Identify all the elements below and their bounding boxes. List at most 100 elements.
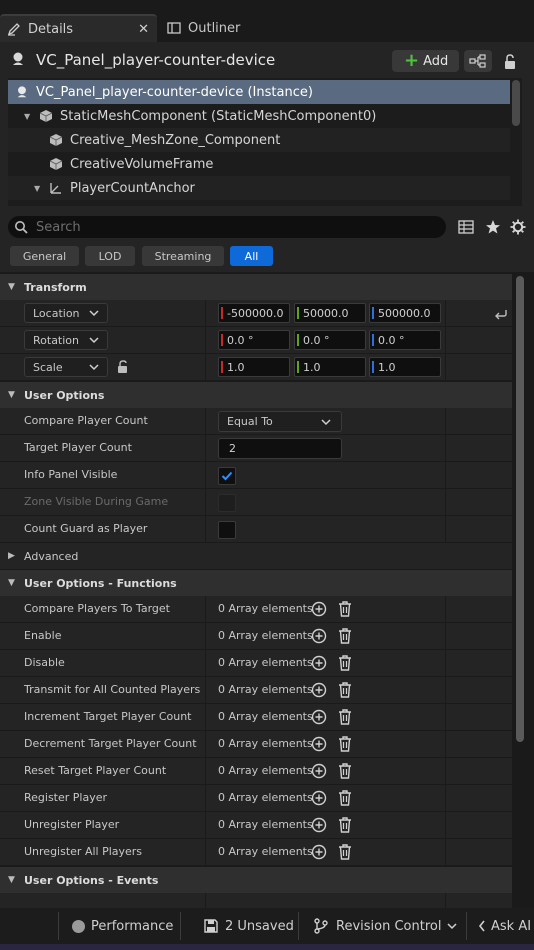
trash-icon[interactable] [337, 843, 353, 861]
trash-icon[interactable] [337, 762, 353, 780]
top-strip [0, 0, 534, 12]
add-element-icon[interactable] [311, 817, 327, 833]
row-function: Decrement Target Player Count 0 Array ele… [0, 731, 512, 758]
unsaved-button[interactable]: 2 Unsaved [204, 908, 294, 944]
blueprint-button[interactable] [464, 50, 492, 72]
tree-item-anchor[interactable]: ▼ PlayerCountAnchor [8, 176, 510, 200]
category-title: User Options [24, 388, 105, 402]
row-function: Compare Players To Target 0 Array element… [0, 596, 512, 623]
location-y-value: 50000.0 [303, 306, 349, 320]
gear-icon[interactable] [509, 218, 527, 236]
location-dropdown[interactable]: Location [24, 303, 108, 323]
scale-x-field[interactable]: 1.0 [218, 357, 290, 377]
location-y-field[interactable]: 50000.0 [294, 303, 366, 323]
compare-player-count-dropdown[interactable]: Equal To [218, 411, 342, 432]
add-element-icon[interactable] [311, 709, 327, 725]
count-guard-checkbox[interactable] [218, 521, 236, 539]
reset-arrow-icon[interactable] [494, 306, 510, 322]
location-x-field[interactable]: -500000.0 [218, 303, 290, 323]
row-compare-player-count: Compare Player Count Equal To [0, 408, 512, 435]
actor-name: VC_Panel_player-counter-device [36, 51, 276, 69]
trash-icon[interactable] [337, 816, 353, 834]
revision-control-button[interactable]: Revision Control [314, 908, 457, 944]
rotation-x-field[interactable]: 0.0 ° [218, 330, 290, 350]
search-input[interactable] [36, 219, 416, 235]
add-element-icon[interactable] [311, 763, 327, 779]
filter-general[interactable]: General [10, 246, 79, 266]
rotation-y-field[interactable]: 0.0 ° [294, 330, 366, 350]
tree-item-volumeframe[interactable]: CreativeVolumeFrame [8, 152, 510, 176]
add-element-icon[interactable] [311, 628, 327, 644]
close-icon[interactable]: ✕ [138, 22, 149, 37]
actor-icon [10, 51, 26, 67]
trash-icon[interactable] [337, 654, 353, 672]
trash-icon[interactable] [337, 735, 353, 753]
search-icon [14, 220, 28, 234]
unlock-icon[interactable] [116, 360, 132, 376]
function-label: Enable [24, 629, 62, 642]
add-element-icon[interactable] [311, 790, 327, 806]
tab-outliner[interactable]: Outliner [160, 14, 300, 42]
tree-item-label: PlayerCountAnchor [70, 180, 195, 196]
rotation-dropdown[interactable]: Rotation [24, 330, 108, 350]
trash-icon[interactable] [337, 681, 353, 699]
add-element-icon[interactable] [311, 682, 327, 698]
tab-bar: Details ✕ Outliner [0, 12, 534, 42]
status-bar: Performance 2 Unsaved Revision Control A… [0, 908, 534, 944]
row-target-player-count: Target Player Count 2 [0, 435, 512, 462]
tab-outliner-label: Outliner [188, 20, 241, 36]
target-player-count-field[interactable]: 2 [218, 438, 342, 459]
star-icon[interactable] [484, 218, 502, 236]
function-label: Compare Players To Target [24, 602, 170, 615]
row-location: Location -500000.0 50000.0 500000.0 [0, 300, 512, 327]
chevron-down-icon[interactable]: ▼ [34, 184, 44, 193]
details-panel: ▼ Transform Location -500000.0 50000.0 5… [0, 272, 534, 908]
rotation-z-field[interactable]: 0.0 ° [369, 330, 441, 350]
trash-icon[interactable] [337, 708, 353, 726]
tree-item-label: VC_Panel_player-counter-device (Instance… [36, 84, 313, 100]
performance-button[interactable]: Performance [72, 908, 173, 944]
category-title: Transform [24, 280, 87, 294]
scale-dropdown[interactable]: Scale [24, 357, 108, 377]
chevron-down-icon [89, 364, 99, 371]
property-matrix-icon[interactable] [457, 218, 475, 236]
add-component-button[interactable]: + Add [392, 50, 459, 72]
scale-z-field[interactable]: 1.0 [369, 357, 441, 377]
trash-icon[interactable] [337, 627, 353, 645]
lock-button[interactable] [500, 52, 520, 72]
add-element-icon[interactable] [311, 601, 327, 617]
info-panel-visible-checkbox[interactable] [218, 467, 236, 485]
performance-label: Performance [91, 918, 174, 934]
scale-y-field[interactable]: 1.0 [294, 357, 366, 377]
filter-all[interactable]: All [230, 246, 273, 266]
details-scrollbar[interactable] [516, 276, 524, 742]
tree-scrollbar[interactable] [512, 80, 520, 126]
trash-icon[interactable] [337, 600, 353, 618]
chevron-down-icon [89, 337, 99, 344]
category-events[interactable]: ▼ User Options - Events [0, 867, 512, 893]
tree-item-instance[interactable]: VC_Panel_player-counter-device (Instance… [8, 80, 510, 104]
add-element-icon[interactable] [311, 844, 327, 860]
category-transform[interactable]: ▼ Transform [0, 274, 512, 300]
rotation-z-value: 0.0 ° [378, 333, 405, 347]
category-advanced[interactable]: ▶ Advanced [0, 543, 512, 569]
ask-ai-button[interactable]: Ask AI [478, 908, 531, 944]
function-label: Reset Target Player Count [24, 764, 167, 777]
function-label: Disable [24, 656, 65, 669]
property-label: Count Guard as Player [24, 522, 148, 535]
chevron-down-icon[interactable]: ▼ [24, 112, 34, 121]
add-element-icon[interactable] [311, 655, 327, 671]
category-functions[interactable]: ▼ User Options - Functions [0, 570, 512, 596]
tree-item-meshzone[interactable]: Creative_MeshZone_Component [8, 128, 510, 152]
tree-item-staticmesh[interactable]: ▼ StaticMeshComponent (StaticMeshCompone… [8, 104, 510, 128]
pencil-icon [6, 21, 22, 37]
function-label: Unregister Player [24, 818, 120, 831]
filter-lod[interactable]: LOD [85, 246, 135, 266]
trash-icon[interactable] [337, 789, 353, 807]
location-z-field[interactable]: 500000.0 [369, 303, 441, 323]
category-user-options[interactable]: ▼ User Options [0, 382, 512, 408]
add-element-icon[interactable] [311, 736, 327, 752]
chevron-left-icon [478, 920, 485, 932]
tab-details[interactable]: Details ✕ [0, 14, 157, 42]
filter-streaming[interactable]: Streaming [142, 246, 224, 266]
